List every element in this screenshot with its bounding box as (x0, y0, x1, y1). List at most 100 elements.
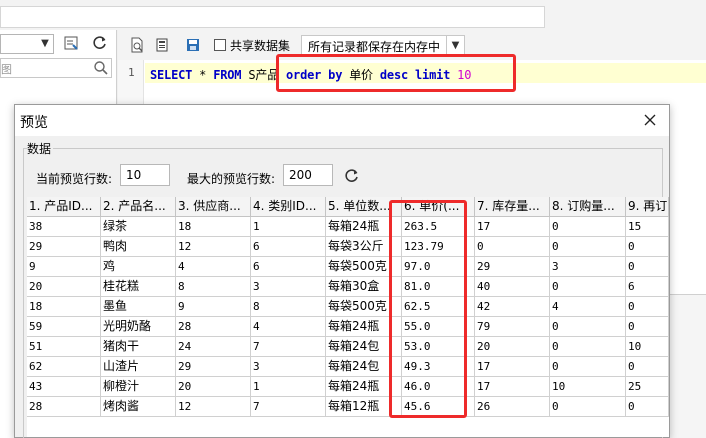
sql-statement[interactable]: SELECT * FROM S产品 order by 单价 desc limit… (150, 66, 471, 83)
column-header[interactable]: 6. 单价(... (402, 197, 475, 217)
preview-data-grid[interactable]: 1. 产品ID... 2. 产品名... 3. 供应商... 4. 类别ID... 5.… (27, 197, 669, 437)
table-cell: 4 (176, 257, 251, 277)
data-group-label: 数据 (27, 140, 54, 157)
table-cell: 每袋3公斤 (326, 237, 402, 257)
table-cell: 光明奶酪 (101, 317, 176, 337)
table-cell: 1 (251, 377, 326, 397)
table-cell: 42 (475, 297, 550, 317)
table-cell: 10 (626, 337, 669, 357)
table-cell: 每袋500克 (326, 257, 402, 277)
left-combo-box[interactable]: ▼ (0, 34, 54, 54)
editor-toolbar: 共享数据集 所有记录都保存在内存中 ▼ (118, 30, 706, 60)
sql-limit-number: 10 (450, 68, 472, 82)
table-cell: 18 (27, 297, 101, 317)
table-cell: 烤肉酱 (101, 397, 176, 417)
table-cell: 0 (626, 237, 669, 257)
table-cell: 49.3 (402, 357, 475, 377)
column-header[interactable]: 5. 单位数... (326, 197, 402, 217)
table-cell: 每箱24包 (326, 337, 402, 357)
top-strip (0, 0, 706, 30)
table-cell: 24 (176, 337, 251, 357)
database-icon[interactable] (151, 34, 173, 56)
save-icon[interactable] (182, 34, 204, 56)
current-rows-input[interactable]: 10 (120, 164, 170, 186)
sql-table-name: S产品 (241, 68, 287, 82)
table-cell: 17 (475, 217, 550, 237)
sql-keyword-order: order (286, 68, 322, 82)
table-cell: 每箱24瓶 (326, 217, 402, 237)
column-header[interactable]: 3. 供应商... (176, 197, 251, 217)
table-cell: 每箱30盒 (326, 277, 402, 297)
table-row[interactable]: 20 桂花糕 8 3 每箱30盒 81.0 40 0 6 (27, 277, 669, 297)
chevron-down-icon[interactable]: ▼ (446, 36, 464, 55)
table-cell: 墨鱼 (101, 297, 176, 317)
table-cell: 0 (626, 257, 669, 277)
table-cell: 1 (251, 217, 326, 237)
left-search-input[interactable]: 图 (0, 58, 112, 78)
table-cell: 10 (550, 377, 626, 397)
table-cell: 3 (550, 257, 626, 277)
memory-mode-select[interactable]: 所有记录都保存在内存中 ▼ (301, 35, 465, 56)
table-cell: 43 (27, 377, 101, 397)
column-header[interactable]: 8. 订购量... (550, 197, 626, 217)
sql-star: * (192, 68, 214, 82)
table-cell: 猪肉干 (101, 337, 176, 357)
table-row[interactable]: 28 烤肉酱 12 7 每箱12瓶 45.6 26 0 0 (27, 397, 669, 417)
table-row[interactable]: 38 绿茶 18 1 每箱24瓶 263.5 17 0 15 (27, 217, 669, 237)
table-cell: 4 (550, 297, 626, 317)
preview-dialog: 预览 数据 当前预览行数: 10 最大的预览行数: 200 1. 产品ID...… (14, 104, 670, 438)
table-cell: 81.0 (402, 277, 475, 297)
table-cell: 28 (176, 317, 251, 337)
column-header[interactable]: 9. 再订 (626, 197, 669, 217)
table-cell: 29 (27, 237, 101, 257)
close-icon[interactable] (641, 111, 659, 129)
table-row[interactable]: 62 山渣片 29 3 每箱24包 49.3 17 0 0 (27, 357, 669, 377)
search-icon[interactable] (93, 60, 109, 76)
table-cell: 26 (475, 397, 550, 417)
table-cell: 15 (626, 217, 669, 237)
table-cell: 97.0 (402, 257, 475, 277)
table-cell: 12 (176, 237, 251, 257)
table-row[interactable]: 18 墨鱼 9 8 每袋500克 62.5 42 4 0 (27, 297, 669, 317)
sql-keyword-by: by (321, 68, 343, 82)
search-placeholder: 图 (1, 63, 12, 76)
table-row[interactable]: 29 鸭肉 12 6 每袋3公斤 123.79 0 0 0 (27, 237, 669, 257)
preview-icon[interactable] (126, 34, 148, 56)
column-header[interactable]: 2. 产品名... (101, 197, 176, 217)
properties-icon[interactable] (60, 32, 82, 54)
table-cell: 79 (475, 317, 550, 337)
table-cell: 4 (251, 317, 326, 337)
refresh-icon[interactable] (342, 166, 362, 186)
table-cell: 6 (251, 257, 326, 277)
table-cell: 9 (176, 297, 251, 317)
top-input[interactable] (0, 6, 545, 28)
column-header[interactable]: 1. 产品ID... (27, 197, 101, 217)
table-row[interactable]: 43 柳橙汁 20 1 每箱24瓶 46.0 17 10 25 (27, 377, 669, 397)
table-cell: 山渣片 (101, 357, 176, 377)
table-cell: 28 (27, 397, 101, 417)
share-dataset-checkbox[interactable] (214, 39, 226, 51)
table-cell: 46.0 (402, 377, 475, 397)
max-rows-label: 最大的预览行数: (187, 172, 276, 186)
table-cell: 6 (626, 277, 669, 297)
table-cell: 17 (475, 377, 550, 397)
chevron-down-icon[interactable]: ▼ (39, 37, 51, 51)
table-row[interactable]: 51 猪肉干 24 7 每箱24包 53.0 20 0 10 (27, 337, 669, 357)
table-cell: 20 (176, 377, 251, 397)
max-rows-input[interactable]: 200 (283, 164, 333, 186)
table-cell: 0 (626, 397, 669, 417)
table-cell: 45.6 (402, 397, 475, 417)
table-cell: 53.0 (402, 337, 475, 357)
table-cell: 7 (251, 337, 326, 357)
table-cell: 17 (475, 357, 550, 377)
grid-header-row: 1. 产品ID... 2. 产品名... 3. 供应商... 4. 类别ID... 5.… (27, 197, 669, 217)
table-cell: 62 (27, 357, 101, 377)
sql-keyword-select: SELECT (150, 68, 193, 82)
column-header[interactable]: 4. 类别ID... (251, 197, 326, 217)
refresh-icon[interactable] (89, 32, 111, 54)
table-cell: 38 (27, 217, 101, 237)
table-row[interactable]: 59 光明奶酪 28 4 每箱24瓶 55.0 79 0 0 (27, 317, 669, 337)
column-header[interactable]: 7. 库存量... (475, 197, 550, 217)
table-cell: 40 (475, 277, 550, 297)
table-row[interactable]: 9 鸡 4 6 每袋500克 97.0 29 3 0 (27, 257, 669, 277)
